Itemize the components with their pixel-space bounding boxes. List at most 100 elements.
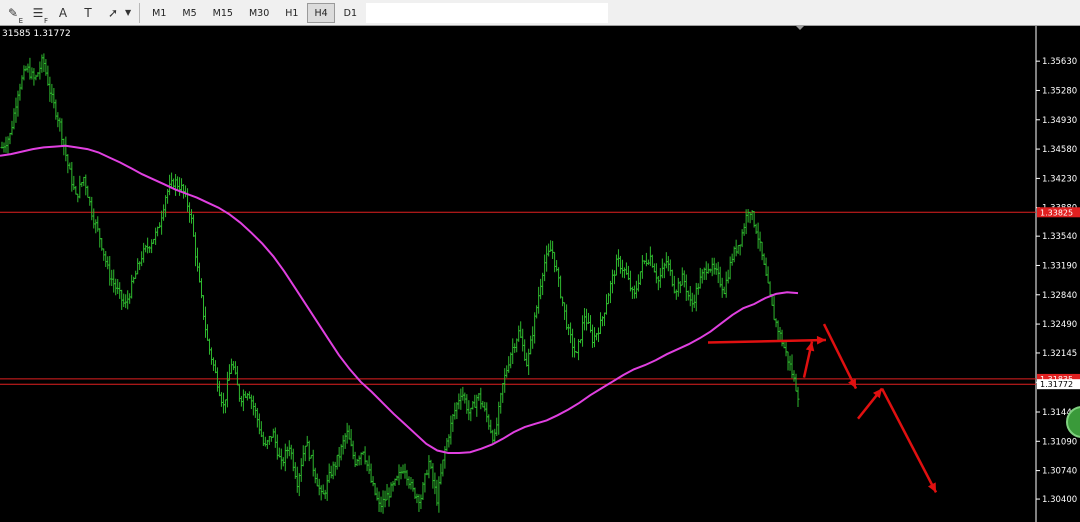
- price-bar: [527, 348, 531, 376]
- y-tick-label: 1.33190: [1042, 261, 1077, 271]
- price-bar: [198, 262, 202, 283]
- price-bar: [447, 434, 451, 448]
- properties-icon[interactable]: ✎ E: [2, 3, 24, 25]
- price-bar: [84, 174, 88, 196]
- price-bar: [281, 457, 285, 467]
- price-bar: [66, 154, 70, 174]
- price-bar: [495, 417, 499, 436]
- price-bar: [541, 272, 545, 296]
- price-bar: [786, 351, 790, 371]
- timeframe-m1[interactable]: M1: [145, 3, 173, 23]
- arrow-down-2: [880, 387, 938, 493]
- price-bar: [738, 244, 742, 256]
- level-price-label: 1.31772: [1040, 380, 1073, 389]
- timeframe-m5[interactable]: M5: [175, 3, 203, 23]
- price-bar: [638, 271, 642, 286]
- properties-icon-subscript: E: [18, 16, 23, 25]
- chevron-down-icon[interactable]: ▼: [125, 8, 131, 17]
- price-bar: [792, 370, 796, 382]
- timeframe-m30[interactable]: M30: [242, 3, 276, 23]
- price-bar: [8, 132, 12, 145]
- price-bar: [132, 276, 136, 284]
- price-bar: [796, 386, 800, 408]
- price-bar: [381, 490, 385, 514]
- price-bar: [531, 326, 535, 349]
- y-tick-label: 1.33540: [1042, 232, 1077, 242]
- price-bar: [154, 227, 158, 245]
- timeframe-h4[interactable]: H4: [307, 2, 335, 23]
- price-bar: [577, 339, 581, 361]
- price-bar: [217, 380, 221, 397]
- price-bar: [363, 446, 367, 465]
- price-bar: [34, 74, 38, 81]
- price-bar: [18, 83, 22, 101]
- price-bar: [110, 269, 114, 287]
- timeframe-d1[interactable]: D1: [337, 3, 364, 23]
- price-bar: [487, 414, 491, 430]
- forecast-arrows[interactable]: [707, 323, 938, 493]
- text-label-icon[interactable]: T: [77, 3, 99, 23]
- price-bar: [704, 261, 708, 280]
- fibonacci-icon[interactable]: ☰ F: [27, 3, 49, 25]
- timeframe-m15[interactable]: M15: [206, 3, 240, 23]
- price-bar: [54, 99, 58, 120]
- price-bar: [263, 436, 267, 447]
- price-bar: [415, 493, 419, 504]
- price-bar: [385, 483, 389, 501]
- price-chart[interactable]: 1.35630 1.35280 1.34930 1.34580 1.34230 1.338…: [0, 26, 1080, 522]
- arrow-tools-icon[interactable]: ➚: [102, 3, 124, 23]
- price-bar: [267, 435, 271, 445]
- price-bar: [650, 254, 654, 268]
- price-bar: [241, 389, 245, 412]
- price-bar: [411, 479, 415, 492]
- price-bar: [559, 275, 563, 299]
- price-bar: [379, 496, 383, 513]
- text-icon[interactable]: A: [52, 3, 74, 23]
- y-tick-label: 1.35630: [1042, 57, 1077, 67]
- price-bar: [664, 252, 668, 269]
- price-bar: [680, 267, 684, 286]
- price-bar: [223, 399, 227, 414]
- price-bar: [479, 387, 483, 410]
- price-bar: [295, 466, 299, 493]
- price-bar: [315, 473, 319, 487]
- price-bar: [706, 263, 710, 274]
- shift-marker-icon[interactable]: [796, 26, 804, 30]
- price-bar: [48, 76, 52, 102]
- price-bar: [525, 352, 529, 367]
- price-bar: [148, 246, 152, 253]
- price-bar: [463, 392, 467, 404]
- price-bar: [383, 490, 387, 508]
- price-bar: [68, 162, 72, 170]
- price-bar: [716, 261, 720, 284]
- price-bar: [221, 392, 225, 414]
- y-tick-label: 1.30400: [1042, 495, 1077, 505]
- price-bar: [94, 219, 98, 234]
- price-bar: [569, 322, 573, 344]
- price-bar: [419, 494, 423, 510]
- price-bar: [688, 286, 692, 307]
- price-bar: [622, 267, 626, 279]
- price-bar: [158, 222, 162, 229]
- price-bar: [70, 161, 74, 192]
- price-bar: [740, 229, 744, 248]
- price-bar: [249, 394, 253, 410]
- price-bar: [76, 193, 80, 203]
- y-tick-label: 1.32145: [1042, 349, 1077, 359]
- price-bar: [441, 459, 445, 477]
- price-bar: [604, 294, 608, 315]
- price-bar: [585, 308, 589, 331]
- price-bar: [164, 195, 168, 218]
- timeframe-h1[interactable]: H1: [278, 3, 305, 23]
- price-bar: [196, 247, 200, 272]
- price-bar: [211, 357, 215, 371]
- price-bar: [235, 366, 239, 386]
- price-bar: [712, 257, 716, 275]
- chart-area[interactable]: 1.35630 1.35280 1.34930 1.34580 1.34230 1.338…: [0, 26, 1080, 522]
- price-bar: [658, 268, 662, 288]
- y-tick-label: 1.34930: [1042, 116, 1077, 126]
- price-bar: [194, 232, 198, 267]
- price-bar: [365, 460, 369, 472]
- price-bar: [581, 315, 585, 347]
- price-bar: [277, 447, 281, 458]
